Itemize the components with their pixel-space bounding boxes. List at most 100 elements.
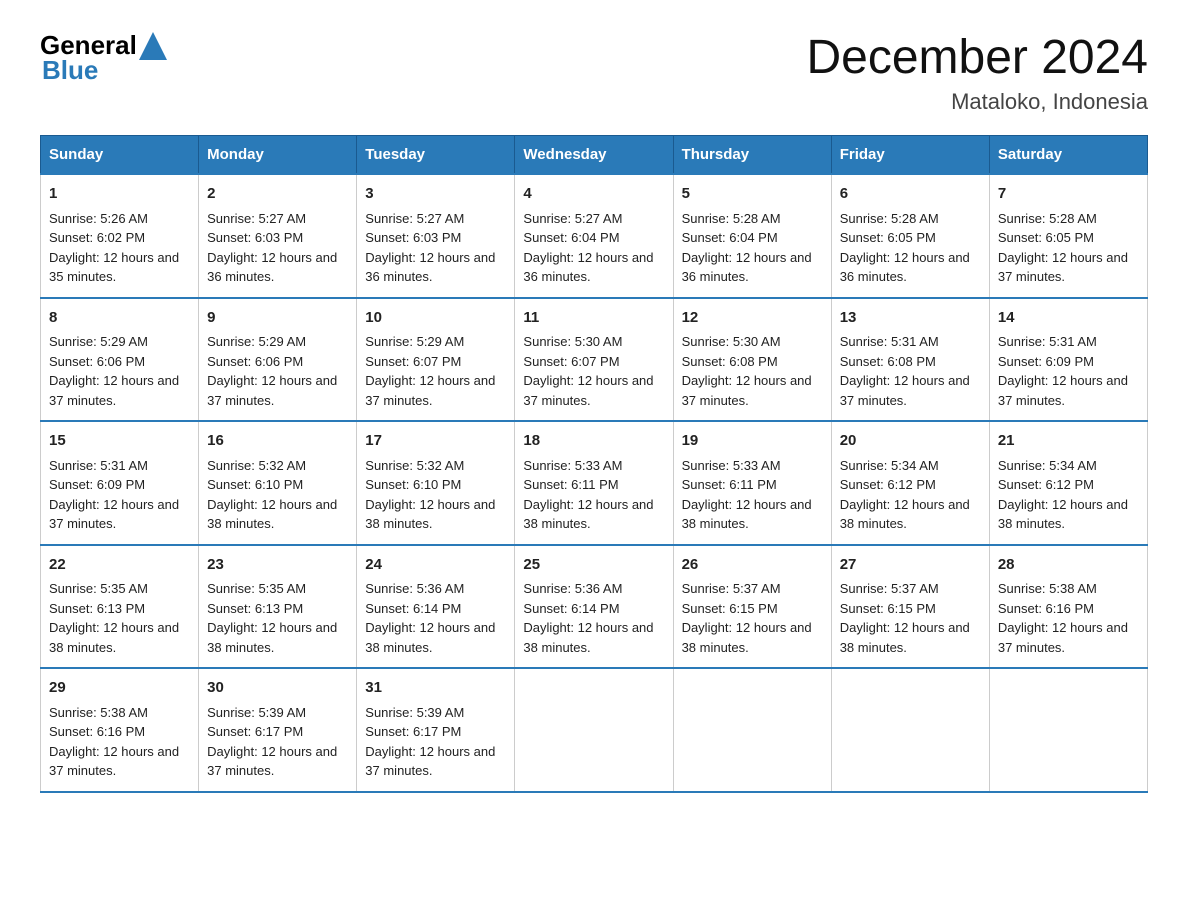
calendar-cell: 20Sunrise: 5:34 AMSunset: 6:12 PMDayligh…: [831, 421, 989, 545]
calendar-cell: 3Sunrise: 5:27 AMSunset: 6:03 PMDaylight…: [357, 174, 515, 298]
sunset-text: Sunset: 6:05 PM: [840, 230, 936, 245]
day-number: 15: [49, 430, 190, 453]
daylight-text: Daylight: 12 hours and 38 minutes.: [207, 620, 337, 655]
sunset-text: Sunset: 6:04 PM: [682, 230, 778, 245]
day-number: 13: [840, 307, 981, 330]
day-number: 29: [49, 677, 190, 700]
sunrise-text: Sunrise: 5:27 AM: [207, 211, 306, 226]
calendar-cell: 6Sunrise: 5:28 AMSunset: 6:05 PMDaylight…: [831, 174, 989, 298]
logo: General Blue: [40, 30, 167, 85]
sunrise-text: Sunrise: 5:28 AM: [998, 211, 1097, 226]
calendar-cell: 2Sunrise: 5:27 AMSunset: 6:03 PMDaylight…: [199, 174, 357, 298]
day-number: 17: [365, 430, 506, 453]
calendar-cell: 9Sunrise: 5:29 AMSunset: 6:06 PMDaylight…: [199, 298, 357, 422]
calendar-body: 1Sunrise: 5:26 AMSunset: 6:02 PMDaylight…: [41, 174, 1148, 792]
calendar-cell: 31Sunrise: 5:39 AMSunset: 6:17 PMDayligh…: [357, 668, 515, 792]
daylight-text: Daylight: 12 hours and 36 minutes.: [365, 250, 495, 285]
sunrise-text: Sunrise: 5:38 AM: [998, 581, 1097, 596]
sunrise-text: Sunrise: 5:39 AM: [207, 705, 306, 720]
calendar-cell: 1Sunrise: 5:26 AMSunset: 6:02 PMDaylight…: [41, 174, 199, 298]
sunrise-text: Sunrise: 5:32 AM: [365, 458, 464, 473]
calendar-cell: 24Sunrise: 5:36 AMSunset: 6:14 PMDayligh…: [357, 545, 515, 669]
calendar-cell: 13Sunrise: 5:31 AMSunset: 6:08 PMDayligh…: [831, 298, 989, 422]
daylight-text: Daylight: 12 hours and 36 minutes.: [207, 250, 337, 285]
daylight-text: Daylight: 12 hours and 37 minutes.: [682, 373, 812, 408]
day-number: 12: [682, 307, 823, 330]
header-friday: Friday: [831, 136, 989, 175]
calendar-cell: 19Sunrise: 5:33 AMSunset: 6:11 PMDayligh…: [673, 421, 831, 545]
calendar-cell: 29Sunrise: 5:38 AMSunset: 6:16 PMDayligh…: [41, 668, 199, 792]
daylight-text: Daylight: 12 hours and 38 minutes.: [365, 497, 495, 532]
daylight-text: Daylight: 12 hours and 37 minutes.: [998, 373, 1128, 408]
day-number: 6: [840, 183, 981, 206]
calendar-cell: 16Sunrise: 5:32 AMSunset: 6:10 PMDayligh…: [199, 421, 357, 545]
day-number: 1: [49, 183, 190, 206]
sunrise-text: Sunrise: 5:35 AM: [49, 581, 148, 596]
day-number: 7: [998, 183, 1139, 206]
sunset-text: Sunset: 6:09 PM: [49, 477, 145, 492]
sunset-text: Sunset: 6:03 PM: [365, 230, 461, 245]
day-number: 5: [682, 183, 823, 206]
calendar-cell: 5Sunrise: 5:28 AMSunset: 6:04 PMDaylight…: [673, 174, 831, 298]
calendar-cell: 4 Sunrise: 5:27 AM Sunset: 6:04 PM Daylight…: [515, 174, 673, 298]
daylight-text: Daylight: 12 hours and 37 minutes.: [840, 373, 970, 408]
sunset-text: Sunset: 6:04 PM: [523, 230, 619, 245]
sunrise-text: Sunrise: 5:30 AM: [523, 334, 622, 349]
day-number: 4: [523, 183, 664, 206]
day-number: 26: [682, 554, 823, 577]
calendar-cell: 22Sunrise: 5:35 AMSunset: 6:13 PMDayligh…: [41, 545, 199, 669]
header-saturday: Saturday: [989, 136, 1147, 175]
daylight-text: Daylight: 12 hours and 37 minutes.: [49, 497, 179, 532]
day-number: 31: [365, 677, 506, 700]
sunset-text: Sunset: 6:15 PM: [840, 601, 936, 616]
sunrise-text: Sunrise: 5:39 AM: [365, 705, 464, 720]
sunset-text: Sunset: 6:15 PM: [682, 601, 778, 616]
header-thursday: Thursday: [673, 136, 831, 175]
calendar-table: SundayMondayTuesdayWednesdayThursdayFrid…: [40, 135, 1148, 793]
day-number: 9: [207, 307, 348, 330]
sunset-text: Sunset: 6:11 PM: [523, 477, 618, 492]
calendar-cell: 30Sunrise: 5:39 AMSunset: 6:17 PMDayligh…: [199, 668, 357, 792]
sunset-text: Sunset: 6:16 PM: [998, 601, 1094, 616]
calendar-cell: 12Sunrise: 5:30 AMSunset: 6:08 PMDayligh…: [673, 298, 831, 422]
sunrise-text: Sunrise: 5:28 AM: [682, 211, 781, 226]
sunset-text: Sunset: 6:17 PM: [207, 724, 303, 739]
sunset-text: Sunset: 6:08 PM: [840, 354, 936, 369]
sunset-text: Sunset: 6:10 PM: [365, 477, 461, 492]
page-header: General Blue December 2024 Mataloko, Ind…: [40, 30, 1148, 115]
sunrise-text: Sunrise: 5:33 AM: [523, 458, 622, 473]
page-title: December 2024: [806, 30, 1148, 85]
week-row-5: 29 Sunrise: 5:38 AM Sunset: 6:16 PM Dayligh…: [41, 668, 1148, 792]
sunrise-text: Sunrise: 5:27 AM: [523, 211, 622, 226]
daylight-text: Daylight: 12 hours and 37 minutes.: [365, 744, 495, 779]
sunset-text: Sunset: 6:12 PM: [998, 477, 1094, 492]
day-number: 8: [49, 307, 190, 330]
calendar-cell: 27Sunrise: 5:37 AMSunset: 6:15 PMDayligh…: [831, 545, 989, 669]
sunrise-text: Sunrise: 5:38 AM: [49, 705, 148, 720]
daylight-text: Daylight: 12 hours and 38 minutes.: [840, 497, 970, 532]
day-number: 10: [365, 307, 506, 330]
calendar-header: SundayMondayTuesdayWednesdayThursdayFrid…: [41, 136, 1148, 175]
calendar-cell: 11Sunrise: 5:30 AMSunset: 6:07 PMDayligh…: [515, 298, 673, 422]
sunset-text: Sunset: 6:14 PM: [365, 601, 461, 616]
calendar-cell: 21Sunrise: 5:34 AMSunset: 6:12 PMDayligh…: [989, 421, 1147, 545]
header-wednesday: Wednesday: [515, 136, 673, 175]
calendar-cell: 15Sunrise: 5:31 AMSunset: 6:09 PMDayligh…: [41, 421, 199, 545]
daylight-text: Daylight: 12 hours and 36 minutes.: [523, 250, 653, 285]
sunrise-text: Sunrise: 5:29 AM: [365, 334, 464, 349]
sunrise-text: Sunrise: 5:37 AM: [840, 581, 939, 596]
daylight-text: Daylight: 12 hours and 37 minutes.: [523, 373, 653, 408]
day-number: 11: [523, 307, 664, 330]
sunset-text: Sunset: 6:13 PM: [207, 601, 303, 616]
sunrise-text: Sunrise: 5:36 AM: [365, 581, 464, 596]
daylight-text: Daylight: 12 hours and 38 minutes.: [523, 620, 653, 655]
sunrise-text: Sunrise: 5:27 AM: [365, 211, 464, 226]
daylight-text: Daylight: 12 hours and 37 minutes.: [998, 250, 1128, 285]
sunset-text: Sunset: 6:06 PM: [207, 354, 303, 369]
calendar-cell: 18Sunrise: 5:33 AMSunset: 6:11 PMDayligh…: [515, 421, 673, 545]
calendar-cell: 25Sunrise: 5:36 AMSunset: 6:14 PMDayligh…: [515, 545, 673, 669]
daylight-text: Daylight: 12 hours and 37 minutes.: [207, 373, 337, 408]
calendar-cell: [673, 668, 831, 792]
calendar-cell: 23Sunrise: 5:35 AMSunset: 6:13 PMDayligh…: [199, 545, 357, 669]
sunset-text: Sunset: 6:16 PM: [49, 724, 145, 739]
